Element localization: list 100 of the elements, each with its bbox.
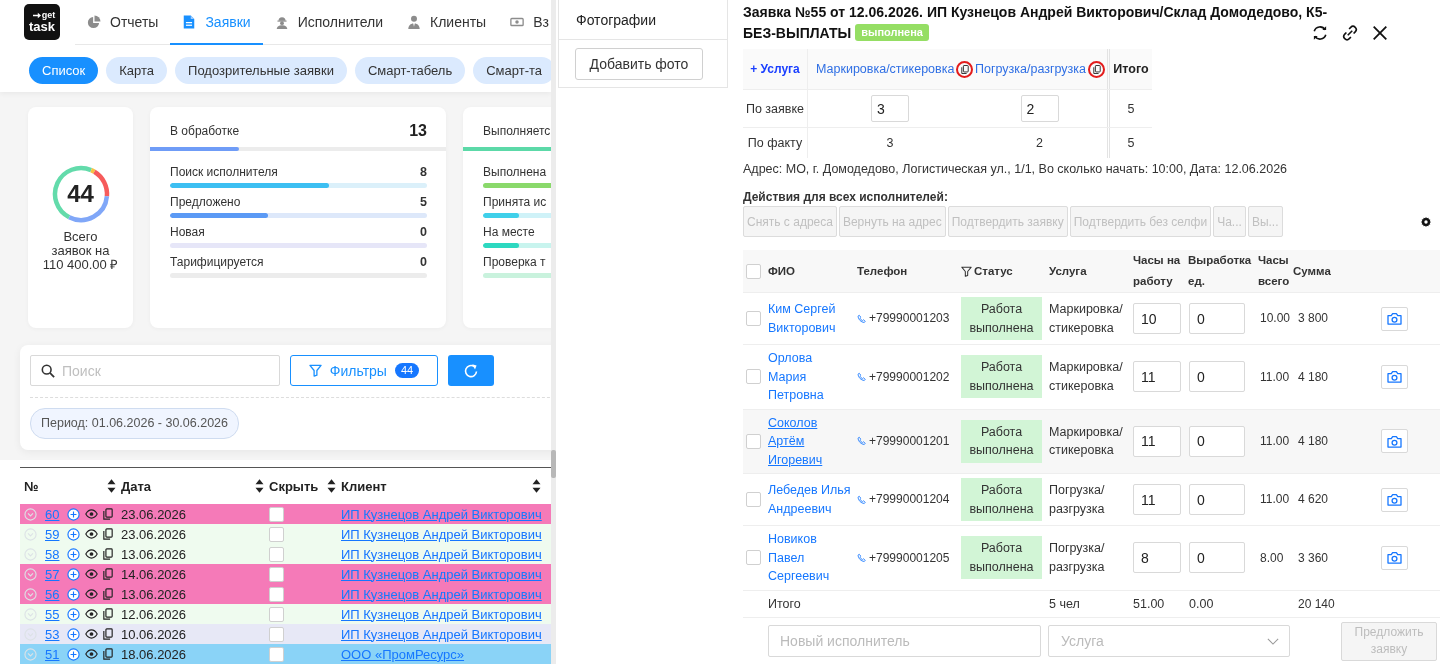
table-row[interactable]: 58 13.06.2026 ИП Кузнецов Андрей Викторович — [20, 544, 551, 564]
row-checkbox[interactable] — [746, 311, 761, 326]
close-icon[interactable] — [1371, 23, 1389, 42]
output-field[interactable]: 0 — [1189, 484, 1245, 515]
nav-tab[interactable]: Отчеты — [75, 0, 171, 45]
worker-name-link[interactable]: Лебедев Илья Андреевич — [768, 481, 852, 518]
filters-button[interactable]: Фильтры 44 — [290, 355, 438, 386]
table-row[interactable]: 56 13.06.2026 ИП Кузнецов Андрей Викторович — [20, 584, 551, 604]
eye-icon[interactable] — [85, 649, 98, 659]
client-link[interactable]: ИП Кузнецов Андрей Викторович — [341, 546, 542, 562]
hours-field[interactable]: 8 — [1133, 542, 1181, 574]
worker-name-link[interactable]: Новиков Павел Сергеевич — [768, 530, 852, 586]
phone-icon[interactable] — [857, 313, 866, 324]
row-checkbox[interactable] — [746, 433, 761, 449]
table-row[interactable]: 51 18.06.2026 ООО «ПромРесурс» — [20, 644, 551, 664]
camera-button[interactable] — [1381, 429, 1408, 454]
row-checkbox[interactable] — [746, 550, 761, 566]
output-field[interactable]: 0 — [1189, 303, 1245, 334]
nav-tab[interactable]: Исполнители — [262, 0, 396, 45]
settings-icon[interactable] — [1421, 216, 1431, 227]
camera-button[interactable] — [1381, 306, 1408, 331]
eye-icon[interactable] — [85, 629, 98, 639]
eye-icon[interactable] — [85, 569, 98, 579]
order-number-link[interactable]: 53 — [45, 626, 61, 642]
table-row[interactable]: Ким Сергей Викторович +79990001203 Работа выполнена Маркировка/стикеровка 10 0 10.00 3 800 — [743, 293, 1440, 345]
hide-checkbox[interactable] — [269, 526, 284, 542]
table-row[interactable]: Новиков Павел Сергеевич +79990001205 Работа выполнена Погрузка/разгрузка 8 0 8.00 3 360 — [743, 526, 1440, 591]
service-link[interactable]: Погрузка/разгрузка — [975, 62, 1086, 76]
nav-tab[interactable]: Вз — [498, 0, 551, 45]
service-link[interactable]: Маркировка/стикеровка — [816, 62, 955, 76]
sync-icon[interactable] — [1311, 23, 1329, 42]
scrollbar-track[interactable] — [551, 0, 556, 664]
eye-icon[interactable] — [85, 609, 98, 619]
plus-circle-icon[interactable] — [67, 567, 80, 581]
row-checkbox[interactable] — [746, 369, 761, 385]
copy-icon[interactable] — [103, 628, 113, 640]
table-row[interactable]: 53 10.06.2026 ИП Кузнецов Андрей Викторович — [20, 624, 551, 644]
copy-icon[interactable] — [103, 528, 113, 540]
copy-icon[interactable] — [103, 548, 113, 560]
table-row[interactable]: 59 23.06.2026 ИП Кузнецов Андрей Викторович — [20, 524, 551, 544]
client-link[interactable]: ИП Кузнецов Андрей Викторович — [341, 526, 542, 542]
hide-checkbox[interactable] — [269, 566, 284, 582]
order-number-link[interactable]: 55 — [45, 606, 61, 622]
hide-checkbox[interactable] — [269, 606, 284, 622]
worker-name-link[interactable]: Соколов Артём Игоревич — [768, 413, 852, 469]
view-tab[interactable]: Подозрительные заявки — [175, 57, 347, 84]
view-tab[interactable]: Смарт-табель — [354, 57, 466, 84]
client-link[interactable]: ИП Кузнецов Андрей Викторович — [341, 606, 542, 622]
link-icon[interactable] — [1341, 23, 1359, 42]
camera-button[interactable] — [1381, 364, 1408, 389]
nav-tab[interactable]: Заявки — [170, 0, 263, 45]
nav-tab[interactable]: Клиенты — [395, 0, 499, 45]
table-row[interactable]: 60 23.06.2026 ИП Кузнецов Андрей Викторович — [20, 504, 551, 524]
plus-circle-icon[interactable] — [67, 507, 80, 521]
view-tab[interactable]: Карта — [106, 57, 168, 84]
output-field[interactable]: 0 — [1189, 361, 1245, 393]
app-logo[interactable]: get task — [24, 4, 60, 40]
refresh-button[interactable] — [448, 355, 494, 386]
plus-circle-icon[interactable] — [67, 627, 80, 641]
plus-circle-icon[interactable] — [67, 647, 80, 661]
hide-checkbox[interactable] — [269, 506, 284, 522]
eye-icon[interactable] — [85, 529, 98, 539]
order-number-link[interactable]: 58 — [45, 546, 61, 562]
table-row[interactable]: 57 14.06.2026 ИП Кузнецов Андрей Викторович — [20, 564, 551, 584]
period-chip[interactable]: Период: 01.06.2026 - 30.06.2026 — [30, 408, 240, 439]
hours-field[interactable]: 11 — [1133, 361, 1181, 393]
hide-checkbox[interactable] — [269, 646, 284, 662]
eye-icon[interactable] — [85, 589, 98, 599]
phone-icon[interactable] — [857, 371, 866, 382]
filter-icon[interactable] — [961, 265, 972, 277]
table-row[interactable]: Орлова Мария Петровна +79990001202 Работа выполнена Маркировка/стикеровка 11 0 11.00 4 180 — [743, 345, 1440, 410]
hide-checkbox[interactable] — [269, 626, 284, 642]
plus-circle-icon[interactable] — [67, 547, 80, 561]
sort-icon[interactable] — [532, 478, 541, 494]
order-number-link[interactable]: 59 — [45, 526, 61, 542]
camera-button[interactable] — [1381, 487, 1408, 512]
output-field[interactable]: 0 — [1189, 542, 1245, 574]
scrollbar-thumb[interactable] — [551, 450, 556, 478]
table-row[interactable]: Соколов Артём Игоревич +79990001201 Работа выполнена Маркировка/стикеровка 11 0 11.00 4 180 — [743, 409, 1440, 474]
sort-icon[interactable] — [255, 478, 264, 494]
hours-field[interactable]: 10 — [1133, 303, 1181, 334]
quantity-field[interactable]: 3 — [871, 95, 909, 122]
row-checkbox[interactable] — [746, 492, 761, 507]
plus-circle-icon[interactable] — [67, 587, 80, 601]
hours-field[interactable]: 11 — [1133, 425, 1181, 457]
output-field[interactable]: 0 — [1189, 425, 1245, 457]
copy-icon[interactable] — [103, 648, 113, 660]
quantity-field[interactable]: 2 — [1020, 95, 1059, 122]
eye-icon[interactable] — [85, 509, 98, 519]
sort-icon[interactable] — [107, 478, 116, 494]
hide-checkbox[interactable] — [269, 546, 284, 562]
client-link[interactable]: ИП Кузнецов Андрей Викторович — [341, 626, 542, 642]
copy-icon[interactable] — [103, 608, 113, 620]
table-row[interactable]: Лебедев Илья Андреевич +79990001204 Работа выполнена Погрузка/разгрузка 11 0 11.00 4 620 — [743, 474, 1440, 526]
table-row[interactable]: 55 12.06.2026 ИП Кузнецов Андрей Викторович — [20, 604, 551, 624]
view-tab[interactable]: Смарт-та — [473, 57, 551, 84]
hours-field[interactable]: 11 — [1133, 484, 1181, 515]
worker-name-link[interactable]: Орлова Мария Петровна — [768, 349, 852, 405]
plus-circle-icon[interactable] — [67, 607, 80, 621]
new-worker-field[interactable]: Новый исполнитель — [768, 625, 1041, 657]
